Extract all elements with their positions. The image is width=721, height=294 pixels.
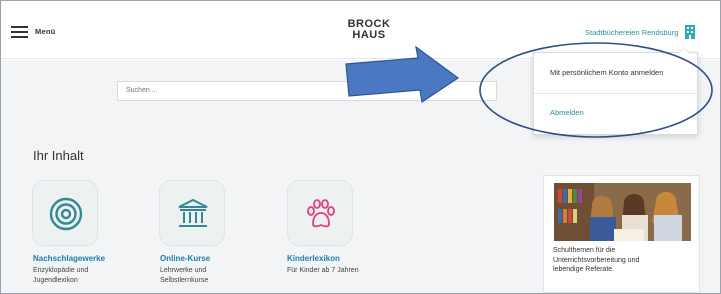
card-desc-nachschlagewerke: Enzyklopädie und Jugendlexikon [33,266,143,286]
card-desc-online-kurse: Lehrwerke und Selbstlernkurse [160,266,270,286]
library-account-link[interactable]: Stadtbüchereien Rendsburg [585,28,678,37]
school-topics-card[interactable] [543,175,700,293]
target-icon [49,197,83,231]
card-desc-line: Enzyklopädie und [33,267,89,274]
card-kinderlexikon[interactable] [287,180,353,246]
brockhaus-logo[interactable]: BROCK HAUS [339,19,399,40]
menu-label[interactable]: Menü [35,27,55,36]
card-nachschlagewerke[interactable] [32,180,98,246]
side-text-line: Unterrichtsvorbereitung und [553,256,640,264]
school-topics-text: Schulthemen für die Unterrichtsvorbereit… [553,246,693,275]
annotation-arrow-icon [345,45,460,104]
students-photo [554,183,691,241]
card-desc-line: Für Kinder ab 7 Jahren [287,267,359,274]
card-desc-line: Jugendlexikon [33,277,78,284]
card-title-nachschlagewerke[interactable]: Nachschlagewerke [33,254,105,263]
side-text-line: Schulthemen für die [553,247,616,254]
side-text-line: lebendige Referate. [553,266,615,273]
logo-line-2: HAUS [352,28,386,41]
card-online-kurse[interactable] [159,180,225,246]
museum-icon [178,198,208,227]
card-title-online-kurse[interactable]: Online-Kurse [160,254,210,263]
section-title: Ihr Inhalt [33,148,84,163]
card-title-kinderlexikon[interactable]: Kinderlexikon [287,254,340,263]
library-building-icon[interactable] [685,25,695,39]
card-desc-line: Selbstlernkurse [160,277,209,284]
hamburger-menu-icon[interactable] [11,26,28,38]
logo-line-1: BROCK [347,18,391,30]
card-desc-line: Lehrwerke und [160,267,207,274]
card-desc-kinderlexikon: Für Kinder ab 7 Jahren [287,266,397,276]
paw-icon [307,199,335,228]
annotation-ellipse [479,42,713,138]
